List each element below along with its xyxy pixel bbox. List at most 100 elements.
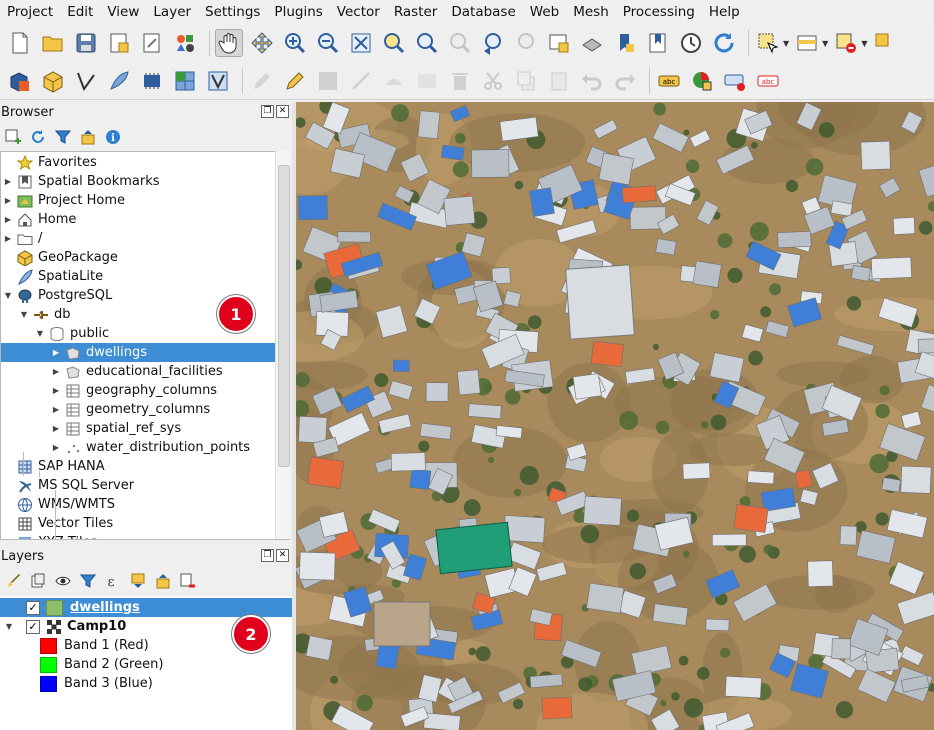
close-panel-button[interactable]: ✕ (276, 105, 289, 118)
new-bookmark-button[interactable] (611, 29, 639, 57)
expand-arrow-icon[interactable]: ▶ (51, 424, 61, 433)
menu-plugins[interactable]: Plugins (267, 0, 329, 24)
expand-arrow-icon[interactable]: ▶ (51, 348, 61, 357)
temporal-controller-button[interactable] (677, 29, 705, 57)
map-canvas[interactable] (296, 102, 934, 730)
save-project-button[interactable] (72, 29, 100, 57)
browser-item-project-home[interactable]: ▶ Project Home (1, 191, 125, 210)
dropdown-arrow-icon[interactable]: ▼ (861, 39, 867, 48)
zoom-to-layer-button[interactable] (413, 29, 441, 57)
menu-mesh[interactable]: Mesh (566, 0, 616, 24)
browser-item-wms-wmts[interactable]: WMS/WMTS (1, 495, 115, 514)
browser-item-dwellings[interactable]: ▶ dwellings (1, 343, 289, 362)
highlight-pinned-labels-button[interactable] (721, 67, 749, 95)
manage-map-themes-button[interactable] (54, 572, 72, 590)
undo-button[interactable] (578, 67, 606, 95)
layer-labeling-button[interactable]: abc (655, 67, 683, 95)
dropdown-arrow-icon[interactable]: ▼ (822, 39, 828, 48)
expand-arrow-icon[interactable]: ▶ (3, 215, 13, 224)
browser-item-[interactable]: ▶ / (1, 229, 42, 248)
collapse-all-button[interactable] (79, 128, 97, 146)
zoom-last-button[interactable] (479, 29, 507, 57)
add-raster-layer-button[interactable] (171, 67, 199, 95)
pan-map-button[interactable] (215, 29, 243, 57)
deselect-button[interactable] (832, 29, 860, 57)
dropdown-arrow-icon[interactable]: ▼ (783, 39, 789, 48)
collapse-arrow-icon[interactable]: ▼ (3, 291, 13, 300)
browser-item-postgresql[interactable]: ▼ PostgreSQL (1, 286, 112, 305)
menu-project[interactable]: Project (0, 0, 60, 24)
new-3d-map-button[interactable] (578, 29, 606, 57)
remove-layer-button[interactable] (179, 572, 197, 590)
zoom-native-button[interactable] (446, 29, 474, 57)
new-print-layout-button[interactable] (105, 29, 133, 57)
menu-vector[interactable]: Vector (330, 0, 387, 24)
browser-item-educational-facilities[interactable]: ▶ educational_facilities (1, 362, 223, 381)
collapse-arrow-icon[interactable]: ▼ (19, 310, 29, 319)
attribute-table-button[interactable] (793, 29, 821, 57)
expand-arrow-icon[interactable]: ▶ (51, 443, 61, 452)
expand-arrow-icon[interactable]: ▶ (51, 367, 61, 376)
current-edits-button[interactable] (248, 67, 276, 95)
browser-item-spatial-ref-sys[interactable]: ▶ spatial_ref_sys (1, 419, 181, 438)
enable-properties-button[interactable]: i (104, 128, 122, 146)
browser-item-geopackage[interactable]: GeoPackage (1, 248, 118, 267)
add-virtual-layer-button[interactable] (204, 67, 232, 95)
digitize-button[interactable] (347, 67, 375, 95)
menu-web[interactable]: Web (523, 0, 566, 24)
zoom-out-button[interactable] (314, 29, 342, 57)
browser-item-spatial-bookmarks[interactable]: ▶ Spatial Bookmarks (1, 172, 160, 191)
add-wms-button[interactable] (138, 67, 166, 95)
menu-edit[interactable]: Edit (60, 0, 100, 24)
open-layer-styling-button[interactable] (4, 572, 22, 590)
collapse-arrow-icon[interactable]: ▼ (35, 329, 45, 338)
menu-layer[interactable]: Layer (146, 0, 198, 24)
new-map-view-button[interactable] (545, 29, 573, 57)
zoom-to-selection-button[interactable] (380, 29, 408, 57)
browser-item-ms-sql-server[interactable]: MS SQL Server (1, 476, 134, 495)
collapse-arrow-icon[interactable]: ▼ (2, 622, 16, 631)
add-group-button[interactable] (29, 572, 47, 590)
menu-settings[interactable]: Settings (198, 0, 267, 24)
browser-scrollbar[interactable] (275, 151, 290, 539)
zoom-in-button[interactable] (281, 29, 309, 57)
show-bookmarks-button[interactable] (644, 29, 672, 57)
browser-item-water-distribution-points[interactable]: ▶ water_distribution_points (1, 438, 250, 457)
expand-arrow-icon[interactable]: ▶ (51, 386, 61, 395)
browser-item-geometry-columns[interactable]: ▶ geometry_columns (1, 400, 210, 419)
browser-item-vector-tiles[interactable]: Vector Tiles (1, 514, 113, 533)
layer-item-band-2-green[interactable]: Band 2 (Green) (0, 655, 163, 674)
modify-attributes-button[interactable] (413, 67, 441, 95)
paste-features-button[interactable] (545, 67, 573, 95)
show-hide-labels-button[interactable]: abc (754, 67, 782, 95)
select-features-button[interactable] (754, 29, 782, 57)
browser-item-db[interactable]: ▼ db (1, 305, 71, 324)
browser-refresh-button[interactable] (29, 128, 47, 146)
add-delimited-text-button[interactable] (72, 67, 100, 95)
float-panel-button[interactable]: ❐ (261, 549, 274, 562)
layer-item-band-3-blue[interactable]: Band 3 (Blue) (0, 674, 153, 693)
scrollbar-thumb[interactable] (278, 165, 290, 467)
open-project-button[interactable] (39, 29, 67, 57)
identify-features-button[interactable] (871, 29, 899, 57)
menu-processing[interactable]: Processing (616, 0, 702, 24)
browser-tree[interactable]: Favorites ▶ Spatial Bookmarks ▶ Project Home… (0, 151, 290, 540)
close-panel-button[interactable]: ✕ (276, 549, 289, 562)
delete-selected-button[interactable] (446, 67, 474, 95)
expand-arrow-icon[interactable]: ▶ (3, 234, 13, 243)
copy-features-button[interactable] (512, 67, 540, 95)
menu-database[interactable]: Database (444, 0, 522, 24)
float-panel-button[interactable]: ❐ (261, 105, 274, 118)
expand-arrow-icon[interactable]: ▶ (3, 177, 13, 186)
menu-help[interactable]: Help (702, 0, 747, 24)
layer-visibility-checkbox[interactable]: ✓ (26, 619, 40, 634)
layer-item-camp10[interactable]: ▼ ✓ Camp10 (0, 617, 126, 636)
expand-arrow-icon[interactable]: ▶ (51, 405, 61, 414)
pan-to-selection-button[interactable] (248, 29, 276, 57)
expand-arrow-icon[interactable]: ▶ (3, 196, 13, 205)
data-source-manager-button[interactable] (6, 67, 34, 95)
style-manager-button[interactable] (171, 29, 199, 57)
filter-by-expression-button[interactable]: ε (104, 572, 122, 590)
cut-features-button[interactable] (479, 67, 507, 95)
browser-item-geography-columns[interactable]: ▶ geography_columns (1, 381, 217, 400)
